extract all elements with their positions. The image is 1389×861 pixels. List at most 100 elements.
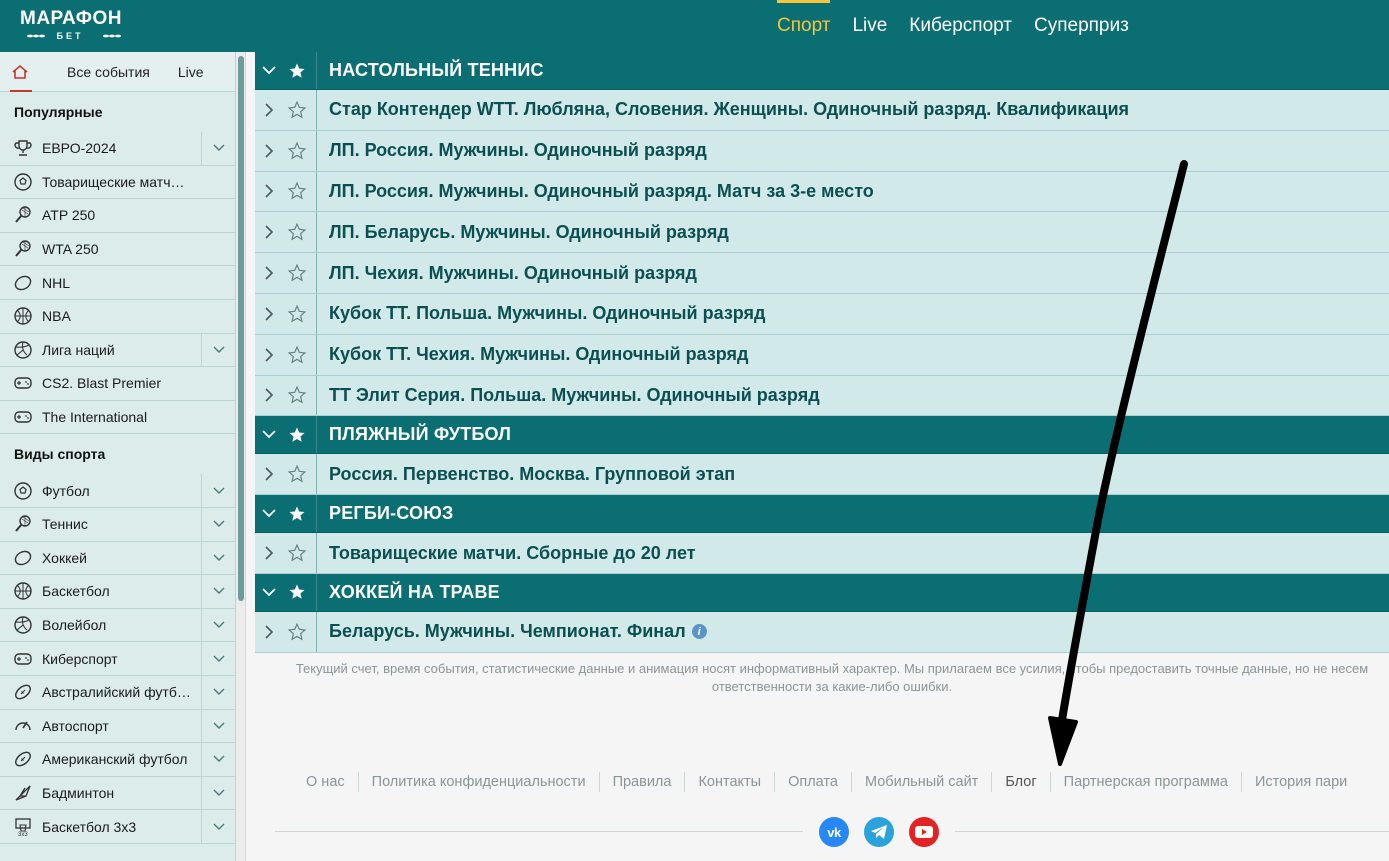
event-row[interactable]: ЛП. Беларусь. Мужчины. Одиночный разряд — [255, 212, 1389, 254]
chevron-down-icon[interactable] — [201, 642, 235, 675]
star-outline-icon[interactable] — [283, 622, 311, 642]
sidebar-item[interactable]: Теннис — [0, 507, 235, 542]
star-outline-icon[interactable] — [283, 181, 311, 201]
chevron-right-icon[interactable] — [255, 467, 283, 481]
footer-link[interactable]: О нас — [293, 772, 359, 792]
sidebar-item[interactable]: NHL — [0, 266, 235, 300]
category-row[interactable]: ПЛЯЖНЫЙ ФУТБОЛ — [255, 416, 1389, 455]
star-outline-icon[interactable] — [283, 222, 311, 242]
event-row[interactable]: Кубок ТТ. Чехия. Мужчины. Одиночный разр… — [255, 334, 1389, 376]
star-outline-icon[interactable] — [283, 385, 311, 405]
chevron-down-icon[interactable] — [201, 333, 235, 367]
chevron-down-icon[interactable] — [201, 810, 235, 843]
event-row[interactable]: Стар Контендер WTT. Любляна, Словения. Ж… — [255, 90, 1389, 131]
nav-item-3[interactable]: Суперприз — [1034, 0, 1129, 52]
tab-home[interactable] — [0, 52, 40, 92]
event-row[interactable]: Беларусь. Мужчины. Чемпионат. Финал i — [255, 611, 1389, 653]
sidebar-item[interactable]: Баскетбол — [0, 575, 235, 609]
category-row[interactable]: РЕГБИ-СОЮЗ — [255, 495, 1389, 534]
star-icon[interactable] — [283, 583, 311, 601]
sidebar-item[interactable]: WTA 250 — [0, 232, 235, 267]
chevron-down-icon[interactable] — [201, 541, 235, 575]
event-row[interactable]: ЛП. Россия. Мужчины. Одиночный разряд — [255, 130, 1389, 172]
chevron-right-icon[interactable] — [255, 266, 283, 280]
chevron-down-icon[interactable] — [255, 588, 283, 597]
footer-link[interactable]: История пари — [1242, 772, 1360, 792]
chevron-right-icon[interactable] — [255, 388, 283, 403]
footer-link[interactable]: Политика конфиденциальности — [359, 772, 600, 792]
chevron-right-icon[interactable] — [255, 625, 283, 639]
chevron-right-icon[interactable] — [255, 348, 283, 362]
chevron-down-icon[interactable] — [201, 575, 235, 608]
chevron-down-icon[interactable] — [201, 776, 235, 810]
event-row[interactable]: ЛП. Россия. Мужчины. Одиночный разряд. М… — [255, 171, 1389, 213]
star-outline-icon[interactable] — [283, 263, 311, 283]
category-row[interactable]: НАСТОЛЬНЫЙ ТЕННИС — [255, 52, 1389, 90]
event-row[interactable]: Кубок ТТ. Польша. Мужчины. Одиночный раз… — [255, 293, 1389, 335]
sidebar-item[interactable]: The International — [0, 400, 235, 435]
chevron-down-icon[interactable] — [255, 66, 283, 75]
footer-link[interactable]: Контакты — [685, 772, 776, 792]
chevron-right-icon[interactable] — [255, 144, 283, 158]
sidebar-item[interactable]: 3x3 Баскетбол 3х3 — [0, 810, 235, 844]
sidebar-scrollbar[interactable] — [236, 52, 246, 861]
star-icon[interactable] — [283, 62, 311, 80]
info-icon[interactable]: i — [691, 624, 707, 640]
sidebar-scroll-thumb[interactable] — [238, 56, 244, 601]
star-icon[interactable] — [283, 505, 311, 523]
category-row[interactable]: ХОККЕЙ НА ТРАВЕ — [255, 573, 1389, 612]
chevron-down-icon[interactable] — [201, 474, 235, 507]
chevron-down-icon[interactable] — [255, 509, 283, 518]
star-outline-icon[interactable] — [283, 464, 311, 484]
telegram-icon[interactable] — [864, 817, 894, 847]
nav-item-0[interactable]: Спорт — [777, 0, 831, 52]
chevron-down-icon[interactable] — [201, 132, 235, 165]
footer-link[interactable]: Правила — [600, 772, 686, 792]
sidebar-item[interactable]: Бадминтон — [0, 776, 235, 811]
chevron-down-icon[interactable] — [201, 675, 235, 709]
sidebar-item[interactable]: NBA — [0, 299, 235, 334]
chevron-right-icon[interactable] — [255, 184, 283, 199]
footer-link[interactable]: Мобильный сайт — [852, 772, 993, 792]
star-outline-icon[interactable] — [283, 141, 311, 161]
sidebar-item[interactable]: Волейбол — [0, 608, 235, 643]
event-row[interactable]: Россия. Первенство. Москва. Групповой эт… — [255, 454, 1389, 496]
footer-link[interactable]: Оплата — [775, 772, 852, 792]
event-row[interactable]: ТТ Элит Серия. Польша. Мужчины. Одиночны… — [255, 375, 1389, 417]
sidebar-item[interactable]: Хоккей — [0, 541, 235, 576]
chevron-down-icon[interactable] — [201, 507, 235, 541]
sidebar-item[interactable]: CS2. Blast Premier — [0, 367, 235, 401]
footer-link[interactable]: Партнерская программа — [1051, 772, 1242, 792]
sidebar-item[interactable]: Киберспорт — [0, 642, 235, 676]
nav-item-2[interactable]: Киберспорт — [909, 0, 1012, 52]
sidebar-item[interactable]: Американский футбол — [0, 743, 235, 777]
chevron-right-icon[interactable] — [255, 307, 283, 321]
star-icon[interactable] — [283, 426, 311, 444]
marathon-logo[interactable]: МАРАФОН БЕТ — [20, 9, 130, 45]
chevron-down-icon[interactable] — [201, 743, 235, 776]
vk-icon[interactable]: vk — [819, 817, 849, 847]
footer-link[interactable]: Блог — [992, 772, 1051, 792]
tab-all-events[interactable]: Все события — [67, 52, 150, 92]
sidebar-item[interactable]: Лига наций — [0, 333, 235, 368]
star-outline-icon[interactable] — [283, 304, 311, 324]
nav-item-1[interactable]: Live — [852, 0, 887, 52]
tab-live[interactable]: Live — [178, 52, 204, 92]
star-outline-icon[interactable] — [283, 543, 311, 563]
star-outline-icon[interactable] — [283, 100, 311, 120]
sidebar-item[interactable]: Автоспорт — [0, 709, 235, 744]
chevron-down-icon[interactable] — [201, 709, 235, 743]
sidebar-item[interactable]: Футбол — [0, 474, 235, 508]
sidebar-item[interactable]: Австралийский футбол — [0, 675, 235, 710]
chevron-right-icon[interactable] — [255, 546, 283, 560]
star-outline-icon[interactable] — [283, 345, 311, 365]
chevron-down-icon[interactable] — [255, 430, 283, 439]
sidebar-item[interactable]: ЕВРО-2024 — [0, 132, 235, 166]
event-row[interactable]: Товарищеские матчи. Сборные до 20 лет — [255, 533, 1389, 574]
sidebar-item[interactable]: ATP 250 — [0, 199, 235, 233]
chevron-right-icon[interactable] — [255, 225, 283, 239]
sidebar-item[interactable]: Товарищеские матчи. Сбор... — [0, 165, 235, 200]
event-row[interactable]: ЛП. Чехия. Мужчины. Одиночный разряд — [255, 253, 1389, 294]
chevron-right-icon[interactable] — [255, 103, 283, 117]
youtube-icon[interactable] — [909, 817, 939, 847]
